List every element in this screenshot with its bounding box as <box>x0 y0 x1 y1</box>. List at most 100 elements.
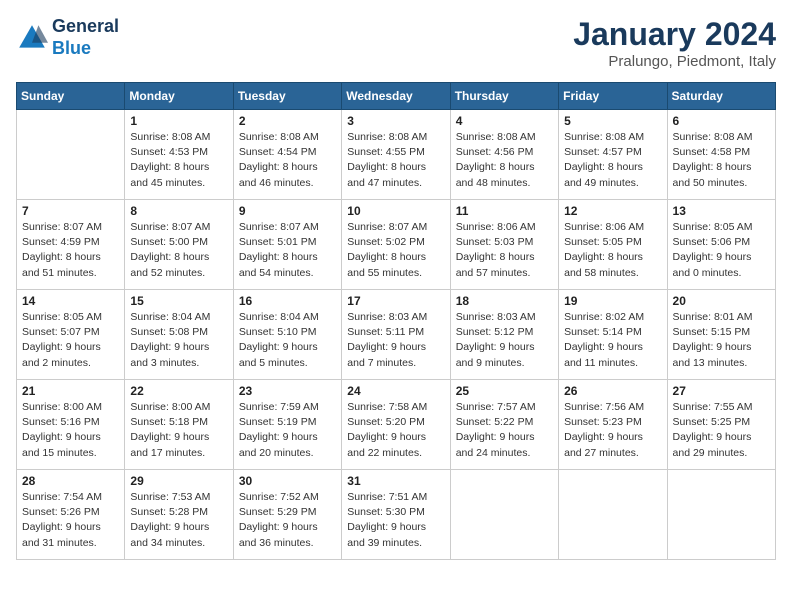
calendar-cell: 11Sunrise: 8:06 AMSunset: 5:03 PMDayligh… <box>450 200 558 290</box>
calendar-header-tuesday: Tuesday <box>233 83 341 110</box>
calendar-header-friday: Friday <box>559 83 667 110</box>
day-info: Sunrise: 7:55 AMSunset: 5:25 PMDaylight:… <box>673 400 770 461</box>
day-info: Sunrise: 8:00 AMSunset: 5:16 PMDaylight:… <box>22 400 119 461</box>
sunrise-text: Sunrise: 7:53 AM <box>130 491 210 503</box>
sunset-text: Sunset: 5:26 PM <box>22 506 100 518</box>
day-info: Sunrise: 8:00 AMSunset: 5:18 PMDaylight:… <box>130 400 227 461</box>
calendar-cell <box>559 470 667 560</box>
day-info: Sunrise: 7:51 AMSunset: 5:30 PMDaylight:… <box>347 490 444 551</box>
day-number: 7 <box>22 204 119 218</box>
day-number: 21 <box>22 384 119 398</box>
day-info: Sunrise: 8:07 AMSunset: 5:02 PMDaylight:… <box>347 220 444 281</box>
sunrise-text: Sunrise: 8:04 AM <box>130 311 210 323</box>
sunrise-text: Sunrise: 7:56 AM <box>564 401 644 413</box>
sunrise-text: Sunrise: 8:02 AM <box>564 311 644 323</box>
day-number: 31 <box>347 474 444 488</box>
calendar-cell: 19Sunrise: 8:02 AMSunset: 5:14 PMDayligh… <box>559 290 667 380</box>
calendar-cell: 25Sunrise: 7:57 AMSunset: 5:22 PMDayligh… <box>450 380 558 470</box>
daylight-text: Daylight: 9 hours and 31 minutes. <box>22 521 101 548</box>
sunrise-text: Sunrise: 7:55 AM <box>673 401 753 413</box>
sunset-text: Sunset: 4:57 PM <box>564 146 642 158</box>
calendar-header-sunday: Sunday <box>17 83 125 110</box>
day-number: 8 <box>130 204 227 218</box>
sunset-text: Sunset: 5:10 PM <box>239 326 317 338</box>
calendar-cell: 6Sunrise: 8:08 AMSunset: 4:58 PMDaylight… <box>667 110 775 200</box>
calendar-cell: 22Sunrise: 8:00 AMSunset: 5:18 PMDayligh… <box>125 380 233 470</box>
day-number: 18 <box>456 294 553 308</box>
daylight-text: Daylight: 9 hours and 3 minutes. <box>130 341 209 368</box>
day-info: Sunrise: 8:04 AM Sunset: 5:08 PM Daylight:… <box>130 310 227 371</box>
day-number: 17 <box>347 294 444 308</box>
sunset-text: Sunset: 5:03 PM <box>456 236 534 248</box>
day-info: Sunrise: 8:07 AMSunset: 5:01 PMDaylight:… <box>239 220 336 281</box>
day-number: 30 <box>239 474 336 488</box>
sunrise-text: Sunrise: 8:05 AM <box>673 221 753 233</box>
day-info: Sunrise: 8:08 AM Sunset: 4:53 PM Daylight:… <box>130 130 227 191</box>
day-info: Sunrise: 8:05 AMSunset: 5:06 PMDaylight:… <box>673 220 770 281</box>
day-info: Sunrise: 8:07 AMSunset: 5:00 PMDaylight:… <box>130 220 227 281</box>
calendar-cell: 10Sunrise: 8:07 AMSunset: 5:02 PMDayligh… <box>342 200 450 290</box>
day-number: 23 <box>239 384 336 398</box>
day-number: 20 <box>673 294 770 308</box>
sunset-text: Sunset: 5:14 PM <box>564 326 642 338</box>
sunrise-text: Sunrise: 8:08 AM <box>347 131 427 143</box>
daylight-text: Daylight: 8 hours and 45 minutes. <box>130 161 209 188</box>
logo-general: General <box>52 16 119 36</box>
calendar-cell: 9 Sunrise: 8:07 AMSunset: 5:01 PMDaylight… <box>233 200 341 290</box>
logo-text: General Blue <box>52 16 119 59</box>
calendar-header-saturday: Saturday <box>667 83 775 110</box>
sunrise-text: Sunrise: 8:03 AM <box>456 311 536 323</box>
calendar-cell: 23 Sunrise: 7:59 AMSunset: 5:19 PMDayligh… <box>233 380 341 470</box>
daylight-text: Daylight: 9 hours and 17 minutes. <box>130 431 209 458</box>
calendar-cell: 18 Sunrise: 8:03 AM Sunset: 5:12 PM Dayligh… <box>450 290 558 380</box>
sunrise-text: Sunrise: 7:54 AM <box>22 491 102 503</box>
daylight-text: Daylight: 9 hours and 11 minutes. <box>564 341 643 368</box>
sunrise-text: Sunrise: 7:52 AM <box>239 491 319 503</box>
calendar-cell: 20 Sunrise: 8:01 AMSunset: 5:15 PMDayligh… <box>667 290 775 380</box>
calendar-cell: 31 Sunrise: 7:51 AMSunset: 5:30 PMDayligh… <box>342 470 450 560</box>
day-info: Sunrise: 8:08 AMSunset: 4:58 PMDaylight:… <box>673 130 770 191</box>
calendar-week-1: 1Sunrise: 8:08 AMSunset: 4:53 PMDaylight… <box>17 110 776 200</box>
sunset-text: Sunset: 5:00 PM <box>130 236 208 248</box>
day-info: Sunrise: 7:56 AMSunset: 5:23 PMDaylight:… <box>564 400 661 461</box>
logo: General Blue <box>16 16 119 59</box>
day-number: 28 <box>22 474 119 488</box>
daylight-text: Daylight: 8 hours and 54 minutes. <box>239 251 318 278</box>
calendar-table: SundayMondayTuesdayWednesdayThursdayFrid… <box>16 82 776 560</box>
sunrise-text: Sunrise: 8:03 AM <box>347 311 427 323</box>
daylight-text: Daylight: 9 hours and 7 minutes. <box>347 341 426 368</box>
sunset-text: Sunset: 4:58 PM <box>673 146 751 158</box>
logo-icon <box>16 22 48 54</box>
day-info: Sunrise: 8:06 AMSunset: 5:05 PMDaylight:… <box>564 220 661 281</box>
calendar-cell: 3Sunrise: 8:08 AMSunset: 4:55 PMDaylight… <box>342 110 450 200</box>
daylight-text: Daylight: 8 hours and 55 minutes. <box>347 251 426 278</box>
daylight-text: Daylight: 9 hours and 34 minutes. <box>130 521 209 548</box>
daylight-text: Daylight: 8 hours and 50 minutes. <box>673 161 752 188</box>
day-info: Sunrise: 8:04 AMSunset: 5:10 PMDaylight:… <box>239 310 336 371</box>
day-number: 25 <box>456 384 553 398</box>
sunset-text: Sunset: 5:12 PM <box>456 326 534 338</box>
sunset-text: Sunset: 5:16 PM <box>22 416 100 428</box>
daylight-text: Daylight: 9 hours and 2 minutes. <box>22 341 101 368</box>
daylight-text: Daylight: 8 hours and 52 minutes. <box>130 251 209 278</box>
calendar-cell: 30Sunrise: 7:52 AMSunset: 5:29 PMDayligh… <box>233 470 341 560</box>
daylight-text: Daylight: 8 hours and 46 minutes. <box>239 161 318 188</box>
sunset-text: Sunset: 5:02 PM <box>347 236 425 248</box>
calendar-week-5: 28 Sunrise: 7:54 AM Sunset: 5:26 PM Dayligh… <box>17 470 776 560</box>
day-number: 9 <box>239 204 336 218</box>
calendar-cell: 13Sunrise: 8:05 AMSunset: 5:06 PMDayligh… <box>667 200 775 290</box>
sunrise-text: Sunrise: 7:58 AM <box>347 401 427 413</box>
day-info: Sunrise: 7:59 AMSunset: 5:19 PMDaylight:… <box>239 400 336 461</box>
day-number: 27 <box>673 384 770 398</box>
title-block: January 2024 Pralungo, Piedmont, Italy <box>573 16 776 70</box>
calendar-cell: 14Sunrise: 8:05 AMSunset: 5:07 PMDayligh… <box>17 290 125 380</box>
sunset-text: Sunset: 4:53 PM <box>130 146 208 158</box>
sunrise-text: Sunrise: 8:08 AM <box>130 131 210 143</box>
day-number: 29 <box>130 474 227 488</box>
day-info: Sunrise: 8:01 AMSunset: 5:15 PMDaylight:… <box>673 310 770 371</box>
day-info: Sunrise: 8:08 AMSunset: 4:57 PMDaylight:… <box>564 130 661 191</box>
daylight-text: Daylight: 9 hours and 9 minutes. <box>456 341 535 368</box>
sunset-text: Sunset: 5:08 PM <box>130 326 208 338</box>
sunset-text: Sunset: 5:19 PM <box>239 416 317 428</box>
calendar-week-2: 7Sunrise: 8:07 AMSunset: 4:59 PMDaylight… <box>17 200 776 290</box>
